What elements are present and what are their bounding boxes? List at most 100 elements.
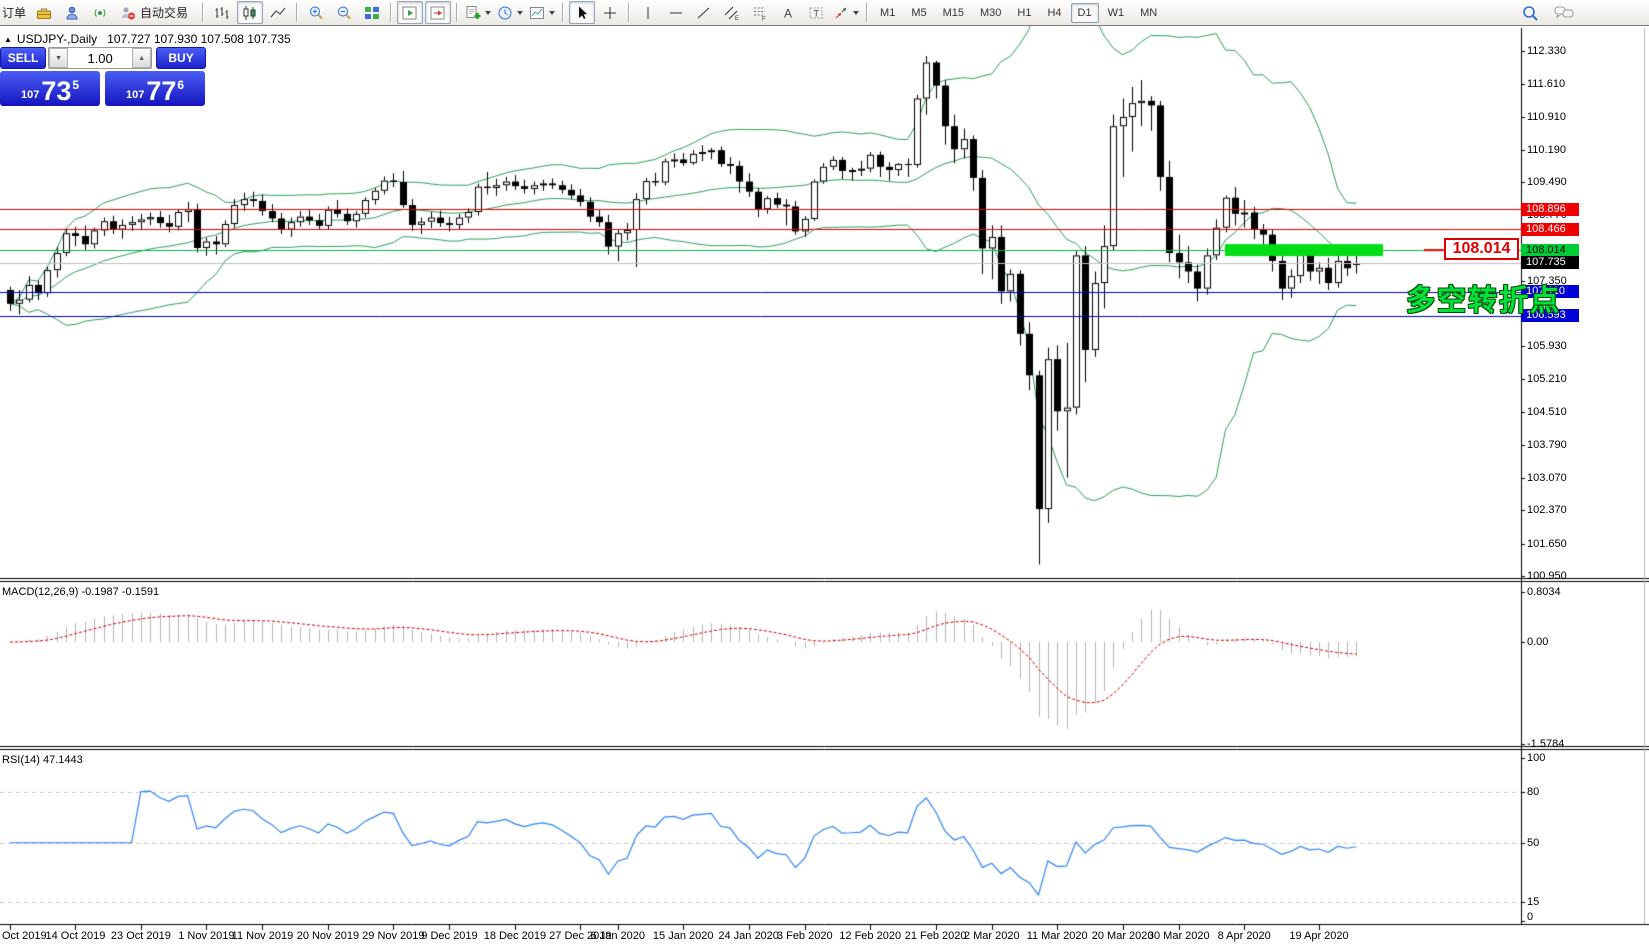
price-tick-label: 103.070 [1527,472,1567,484]
price-badge-107.735: 107.735 [1521,256,1579,269]
trendline-icon[interactable] [691,1,717,24]
clock-icon [497,5,514,21]
level-price-text: 108.014 [1453,240,1511,258]
date-tick-label: 20 Mar 2020 [1092,930,1154,942]
template-icon [529,5,546,21]
price-badge-108.466: 108.466 [1521,223,1579,236]
auto-trading-button[interactable]: 自动交易 [115,1,197,24]
chart-ohlc-values: 107.727 107.930 107.508 107.735 [107,32,291,46]
date-tick-label: 19 Apr 2020 [1289,930,1348,942]
level-price-callout[interactable]: 108.014 [1444,238,1519,260]
buy-price-box[interactable]: 107 77 6 [105,71,205,106]
rsi-scale-label: 80 [1527,786,1539,798]
price-tick-label: 110.190 [1527,144,1566,156]
timeframe-m5[interactable]: M5 [904,3,933,23]
svg-text:E: E [735,16,739,21]
arrows-button[interactable] [831,1,861,24]
equidistant-channel-icon[interactable]: E [719,1,745,24]
rsi-scale-label: 15 [1527,896,1539,908]
sell-price-figure: 107 [21,89,39,101]
timeframe-m15[interactable]: M15 [936,3,971,23]
timeframe-w1[interactable]: W1 [1101,3,1132,23]
sell-price-box[interactable]: 107 73 5 [0,71,100,106]
cursor-icon[interactable] [569,1,595,24]
toolbar-separator [562,3,564,22]
zoom-in-icon[interactable] [303,1,329,24]
toolbox-icon[interactable] [31,1,57,24]
signal-icon[interactable] [87,1,113,24]
price-tick-label: 111.610 [1527,78,1565,90]
date-tick-label: 8 Apr 2020 [1218,930,1271,942]
date-tick-label: 30 Mar 2020 [1148,930,1210,942]
macd-label: MACD(12,26,9) -0.1987 -0.1591 [2,586,159,598]
toolbar-separator [296,3,298,22]
bar-chart-icon[interactable] [209,1,235,24]
toolbar-separator [456,3,458,22]
price-tick-label: 104.510 [1527,406,1567,418]
new-chart-button[interactable] [463,1,493,24]
search-icon[interactable] [1517,1,1543,24]
vertical-line-icon[interactable] [635,1,661,24]
text-label-icon[interactable]: T [803,1,829,24]
date-tick-label: Oct 2019 [2,930,47,942]
crosshair-icon[interactable] [597,1,623,24]
date-tick-label: 12 Feb 2020 [839,930,901,942]
volume-increase-button[interactable]: ▲ [132,48,151,68]
arrow-shapes-icon [833,5,850,21]
top-toolbar: 订单 自动交易 [0,0,1649,26]
text-icon[interactable]: A [775,1,801,24]
price-tick-label: 105.210 [1527,373,1567,385]
toolbar-separator [202,3,204,22]
price-tick-label: 102.370 [1527,504,1567,516]
auto-scroll-icon[interactable] [397,1,423,24]
timeframe-h1[interactable]: H1 [1010,3,1038,23]
volume-decrease-button[interactable]: ▼ [49,48,68,68]
dropdown-caret [853,11,859,15]
periods-button[interactable] [495,1,525,24]
date-tick-label: 2 Mar 2020 [964,930,1020,942]
templates-button[interactable] [527,1,557,24]
date-tick-label: 11 Mar 2020 [1027,930,1088,942]
market-user-icon[interactable] [59,1,85,24]
timeframe-h4[interactable]: H4 [1040,3,1068,23]
turning-point-note[interactable]: 多空转折点 [1406,277,1561,319]
fibonacci-icon[interactable]: F [747,1,773,24]
dropdown-caret [549,11,555,15]
timeframe-m1[interactable]: M1 [873,3,902,23]
date-tick-label: 24 Jan 2020 [718,930,779,942]
rsi-scale-label: 50 [1527,837,1539,849]
horizontal-line-icon[interactable] [663,1,689,24]
date-tick-label: 15 Jan 2020 [653,930,714,942]
chart-shift-icon[interactable] [425,1,451,24]
buy-button[interactable]: BUY [156,47,206,69]
timeframe-d1[interactable]: D1 [1071,3,1099,23]
buy-price-figure: 107 [126,89,144,101]
price-tick-label: 110.910 [1527,111,1566,123]
date-tick-label: 9 Dec 2019 [421,930,477,942]
date-tick-label: 6 Jan 2020 [591,930,645,942]
timeframe-mn[interactable]: MN [1133,3,1164,23]
timeframe-m30[interactable]: M30 [973,3,1008,23]
line-chart-icon[interactable] [265,1,291,24]
one-click-trading-panel: SELL ▼ ▲ BUY 107 73 5 107 77 6 [0,47,206,106]
tile-windows-icon[interactable] [359,1,385,24]
zoom-out-icon[interactable] [331,1,357,24]
sell-price-pips: 73 [41,79,71,104]
toolbar-separator [628,3,630,22]
chat-icon[interactable] [1552,1,1578,24]
price-tick-label: 101.650 [1527,538,1567,550]
price-tick-label: 100.950 [1527,570,1567,582]
price-badge-108.014: 108.014 [1521,244,1579,257]
date-tick-label: 23 Oct 2019 [111,930,171,942]
date-tick-label: 18 Dec 2019 [484,930,546,942]
volume-input[interactable] [68,48,132,68]
sell-button[interactable]: SELL [0,47,46,69]
rsi-scale-label: 100 [1527,752,1545,764]
date-tick-label: 11 Nov 2019 [232,930,294,942]
new-order-button[interactable]: 订单 [2,4,26,21]
price-tick-label: 103.790 [1527,439,1567,451]
new-chart-icon [465,5,482,21]
candlestick-chart-icon[interactable] [237,1,263,24]
rsi-label: RSI(14) 47.1443 [2,754,83,766]
chart-canvas[interactable] [0,0,1649,949]
